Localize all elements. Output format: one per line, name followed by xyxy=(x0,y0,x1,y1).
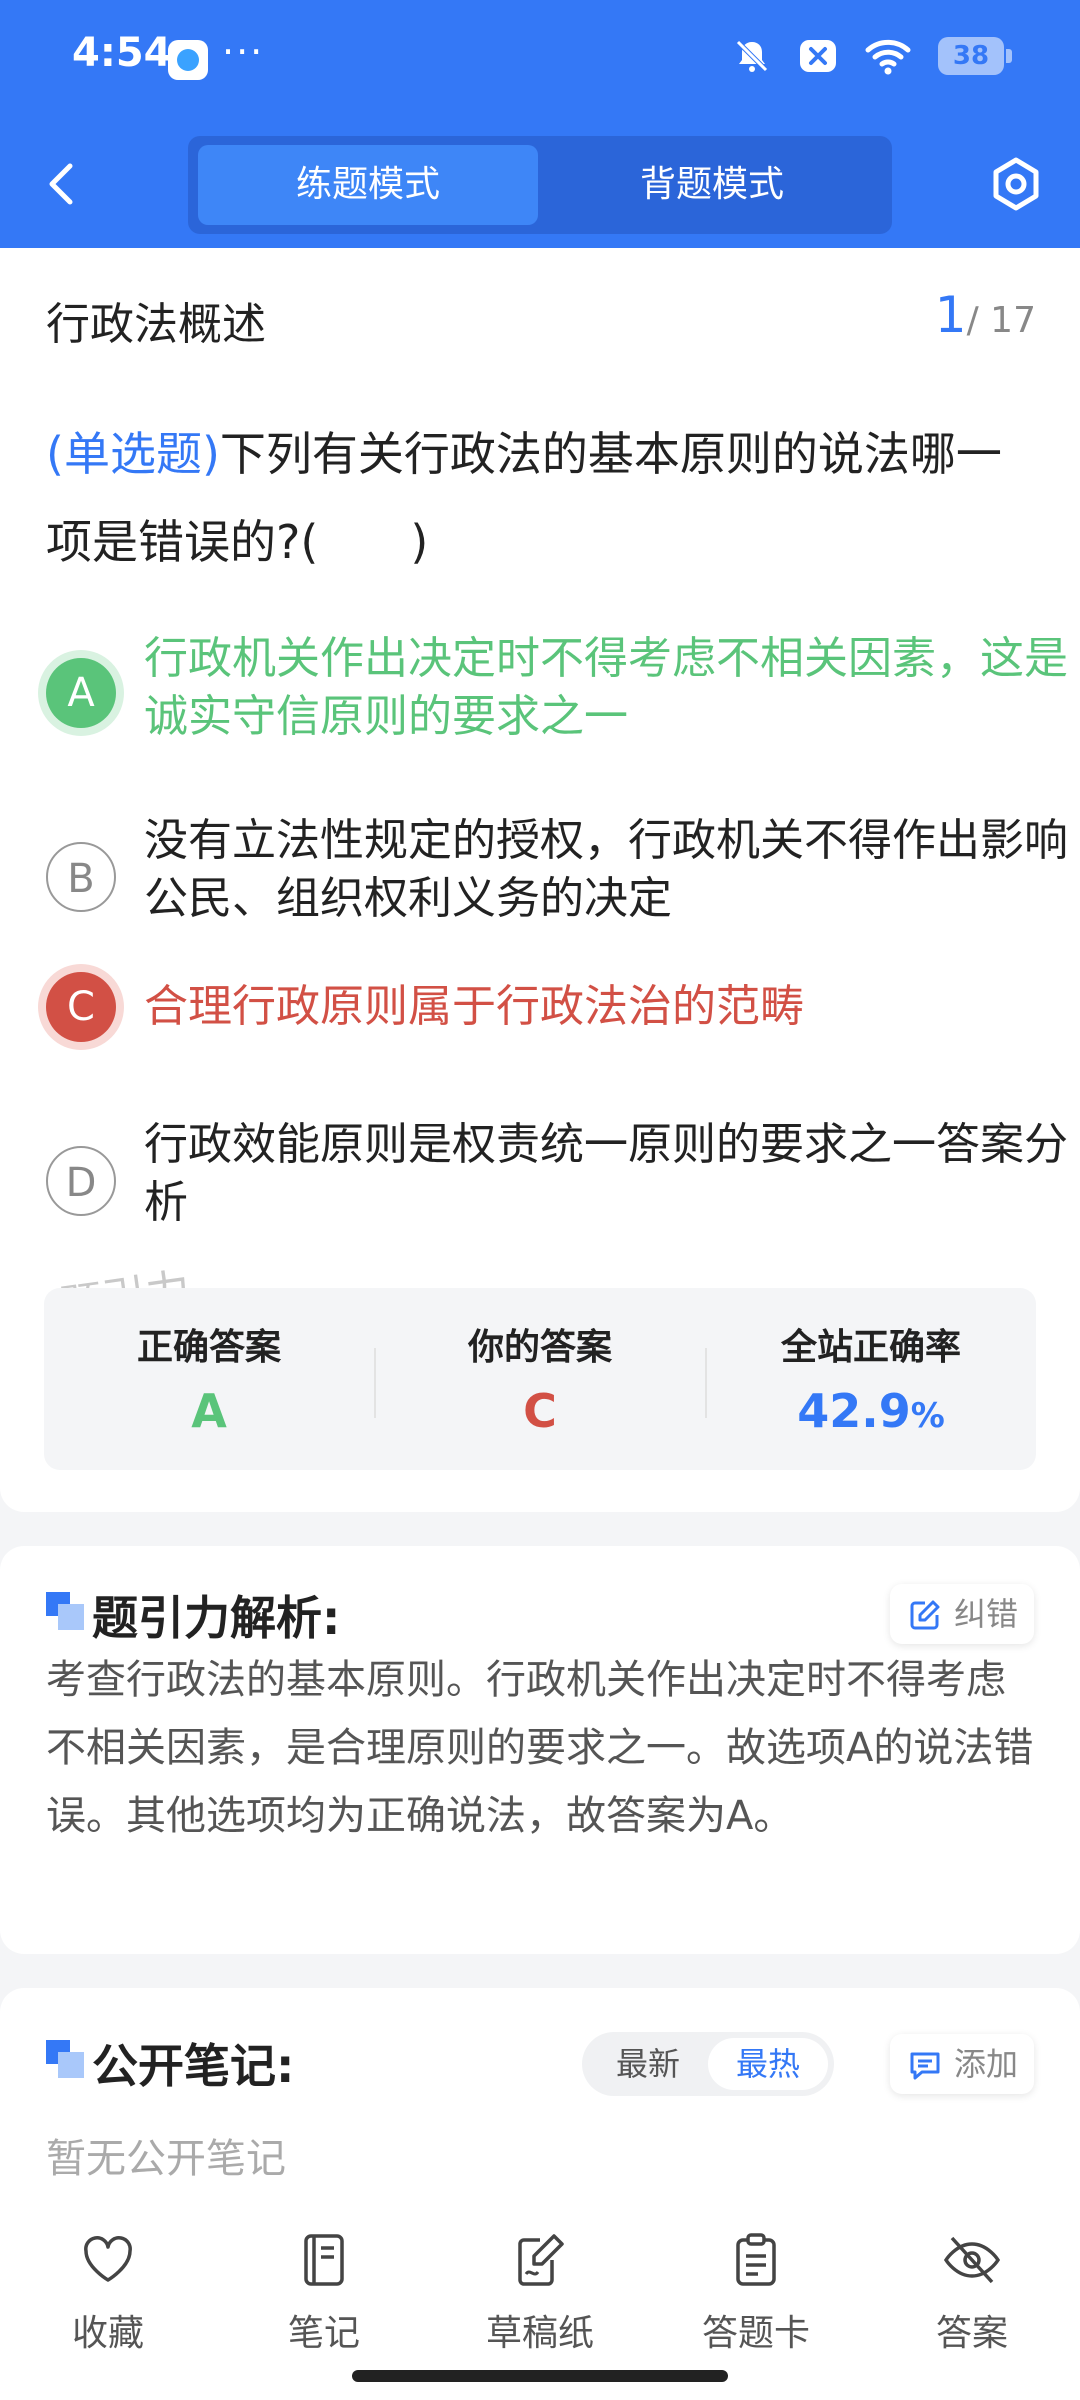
section-header: 行政法概述 1/ 17 xyxy=(0,248,1080,382)
option-b-letter: B xyxy=(46,842,116,912)
answer-stats: 正确答案 A 你的答案 C 全站正确率 42.9% xyxy=(44,1288,1036,1470)
question-counter: 1/ 17 xyxy=(935,286,1036,344)
top-bar: 4:54 ··· 38 练题模式 背题模式 xyxy=(0,0,1080,248)
option-c-letter: C xyxy=(46,972,116,1042)
option-b-text: 没有立法性规定的授权，行政机关不得作出影响公民、组织权利义务的决定 xyxy=(144,815,1068,924)
favorite-button[interactable]: 收藏 xyxy=(28,2230,188,2370)
settings-hexagon-icon xyxy=(993,157,1039,211)
analysis-text: 考查行政法的基本原则。行政机关作出决定时不得考虑不相关因素，是合理原则的要求之一… xyxy=(46,1657,1034,1839)
correct-answer-stat: 正确答案 A xyxy=(44,1288,374,1470)
accuracy-stat: 全站正确率 42.9% xyxy=(706,1288,1036,1470)
option-a-text: 行政机关作出决定时不得考虑不相关因素，这是诚实守信原则的要求之一 xyxy=(144,633,1068,742)
more-notifications-icon: ··· xyxy=(222,30,265,74)
favorite-label: 收藏 xyxy=(71,2313,144,2354)
tab-practice-mode[interactable]: 练题模式 xyxy=(198,145,538,225)
option-d-letter: D xyxy=(46,1146,116,1216)
wifi-icon xyxy=(864,36,912,76)
notebook-icon xyxy=(304,2234,344,2286)
analysis-title: 题引力解析: xyxy=(92,1591,341,1645)
your-answer-stat: 你的答案 C xyxy=(375,1288,705,1470)
app-notification-icon xyxy=(168,40,208,80)
question-type: (单选题) xyxy=(46,427,220,481)
mute-bell-icon xyxy=(732,36,772,76)
show-answer-button[interactable]: 答案 xyxy=(892,2230,1052,2370)
draft-paper-button[interactable]: 草稿纸 xyxy=(460,2230,620,2370)
status-time: 4:54 xyxy=(72,30,172,76)
tab-recite-mode[interactable]: 背题模式 xyxy=(542,145,882,225)
option-a[interactable]: A 行政机关作出决定时不得考虑不相关因素，这是诚实守信原则的要求之一 xyxy=(40,630,1068,750)
option-c-text: 合理行政原则属于行政法治的范畴 xyxy=(144,981,804,1032)
report-error-button[interactable]: 纠错 xyxy=(889,1584,1034,1644)
accuracy-label: 全站正确率 xyxy=(780,1327,961,1368)
notes-button[interactable]: 笔记 xyxy=(244,2230,404,2370)
no-notes-message: 暂无公开笔记 xyxy=(46,2136,286,2182)
notes-title: 公开笔记: xyxy=(92,2039,295,2093)
back-button[interactable] xyxy=(36,152,92,216)
option-d[interactable]: D 行政效能原则是权责统一原则的要求之一答案分析 xyxy=(40,1110,1068,1240)
your-answer-label: 你的答案 xyxy=(467,1327,612,1368)
section-title: 行政法概述 xyxy=(46,299,266,350)
accuracy-unit: % xyxy=(910,1396,945,1436)
option-c[interactable]: C 合理行政原则属于行政法治的范畴 xyxy=(40,972,1040,1072)
answer-card-label: 答题卡 xyxy=(701,2313,810,2354)
report-error-label: 纠错 xyxy=(953,1595,1018,1633)
draft-pencil-icon xyxy=(518,2234,564,2286)
battery-icon: 38 xyxy=(938,37,1012,75)
correct-answer-label: 正确答案 xyxy=(136,1327,281,1368)
settings-button[interactable] xyxy=(984,152,1048,216)
analysis-card: 题引力解析: 纠错 考查行政法的基本原则。行政机关作出决定时不得考虑不相关因素，… xyxy=(0,1546,1080,1954)
comment-icon xyxy=(910,2052,940,2080)
status-bar: 4:54 ··· 38 xyxy=(0,0,1080,120)
your-answer-value: C xyxy=(523,1384,557,1438)
chevron-left-icon xyxy=(49,163,73,205)
status-icons: 38 xyxy=(732,36,1012,76)
option-a-letter: A xyxy=(46,658,116,728)
add-note-label: 添加 xyxy=(953,2045,1018,2083)
edit-icon xyxy=(910,1600,940,1630)
option-d-text: 行政效能原则是权责统一原则的要求之一答案分析 xyxy=(144,1119,1068,1228)
correct-answer-value: A xyxy=(191,1384,227,1438)
heart-icon xyxy=(84,2236,132,2282)
accuracy-value: 42.9% xyxy=(706,1384,1036,1438)
home-indicator[interactable] xyxy=(352,2370,728,2382)
section-squares-icon xyxy=(46,1592,84,1630)
close-box-icon xyxy=(798,36,838,76)
question-text-block: (单选题)下列有关行政法的基本原则的说法哪一项是错误的?( ) xyxy=(46,410,1046,586)
clipboard-icon xyxy=(736,2233,776,2286)
current-question-number: 1 xyxy=(934,286,967,344)
eye-off-icon xyxy=(943,2236,1001,2284)
mode-switch: 练题模式 背题模式 xyxy=(188,136,892,234)
section-squares-icon xyxy=(46,2040,84,2078)
show-answer-label: 答案 xyxy=(935,2313,1008,2354)
total-questions: / 17 xyxy=(966,300,1036,341)
sort-hottest-button[interactable]: 最热 xyxy=(708,2038,828,2090)
notes-sort-toggle: 最新 最热 xyxy=(582,2032,834,2096)
option-b[interactable]: B 没有立法性规定的授权，行政机关不得作出影响公民、组织权利义务的决定 xyxy=(40,806,1068,926)
sort-newest-button[interactable]: 最新 xyxy=(588,2038,708,2090)
answer-card-button[interactable]: 答题卡 xyxy=(676,2230,836,2370)
notes-label: 笔记 xyxy=(287,2313,360,2354)
add-note-button[interactable]: 添加 xyxy=(889,2034,1034,2094)
draft-paper-label: 草稿纸 xyxy=(485,2313,594,2354)
accuracy-number: 42.9 xyxy=(797,1384,911,1438)
